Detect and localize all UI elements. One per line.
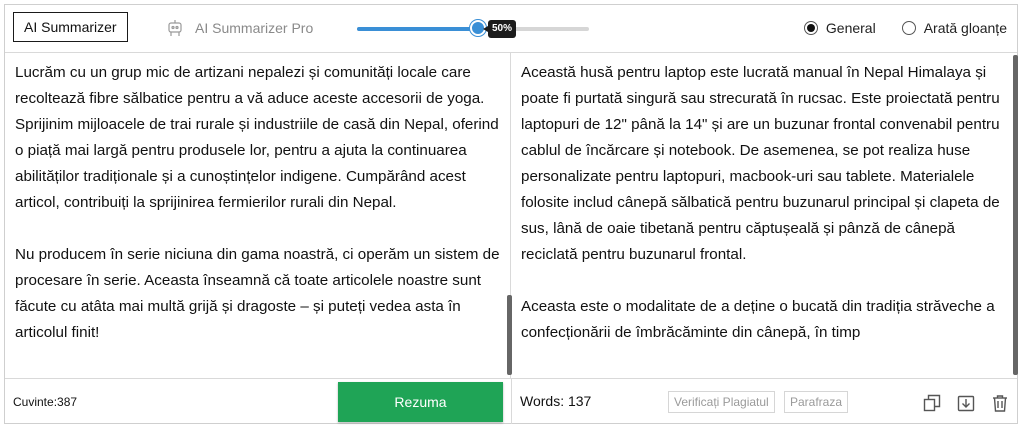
output-mode-group: General Arată gloanțe <box>803 20 1007 36</box>
robot-icon <box>165 18 185 38</box>
toolbar: AI Summarizer AI Summarizer Pro 50% Gene… <box>5 5 1017 53</box>
slider-value-tooltip: 50% <box>482 20 517 38</box>
pro-label: AI Summarizer Pro <box>195 20 314 36</box>
summary-length-slider[interactable]: 50% <box>357 20 589 38</box>
output-paragraph: Aceasta este o modalitate de a deține o … <box>521 298 995 341</box>
mode-bullets-label: Arată gloanțe <box>923 20 1007 36</box>
input-paragraph: Lucrăm cu un grup mic de artizani nepale… <box>15 64 499 211</box>
bottom-bar: Cuvinte:387 Rezuma Words: 137 Verificați… <box>5 378 1017 424</box>
summary-output-area: Această husă pentru laptop este lucrată … <box>511 53 1017 378</box>
mode-general[interactable]: General <box>803 20 876 36</box>
radio-bullets[interactable] <box>901 21 916 35</box>
output-scrollbar[interactable] <box>1013 55 1018 375</box>
trash-icon[interactable] <box>989 392 1011 414</box>
mode-general-label: General <box>825 20 876 36</box>
bottom-divider <box>511 379 512 424</box>
paraphrase-button[interactable]: Parafraza <box>784 391 849 413</box>
check-plagiarism-button[interactable]: Verificați Plagiatul <box>668 391 775 413</box>
input-paragraph: Nu producem în serie niciuna din gama no… <box>15 246 500 341</box>
slider-fill <box>357 27 478 31</box>
summarize-button[interactable]: Rezuma <box>338 382 503 422</box>
copy-icon[interactable] <box>921 392 943 414</box>
ai-summarizer-button[interactable]: AI Summarizer <box>13 12 128 42</box>
summarizer-app: AI Summarizer AI Summarizer Pro 50% Gene… <box>4 4 1018 424</box>
output-word-count: Words: 137 <box>520 393 592 409</box>
ai-summarizer-pro-link[interactable]: AI Summarizer Pro <box>165 18 313 38</box>
radio-general[interactable] <box>803 21 818 35</box>
input-word-count: Cuvinte:387 <box>13 395 78 409</box>
download-icon[interactable] <box>955 392 977 414</box>
input-text-area[interactable]: Lucrăm cu un grup mic de artizani nepale… <box>5 53 511 378</box>
mode-bullets[interactable]: Arată gloanțe <box>901 20 1007 36</box>
output-paragraph: Această husă pentru laptop este lucrată … <box>521 64 1000 263</box>
